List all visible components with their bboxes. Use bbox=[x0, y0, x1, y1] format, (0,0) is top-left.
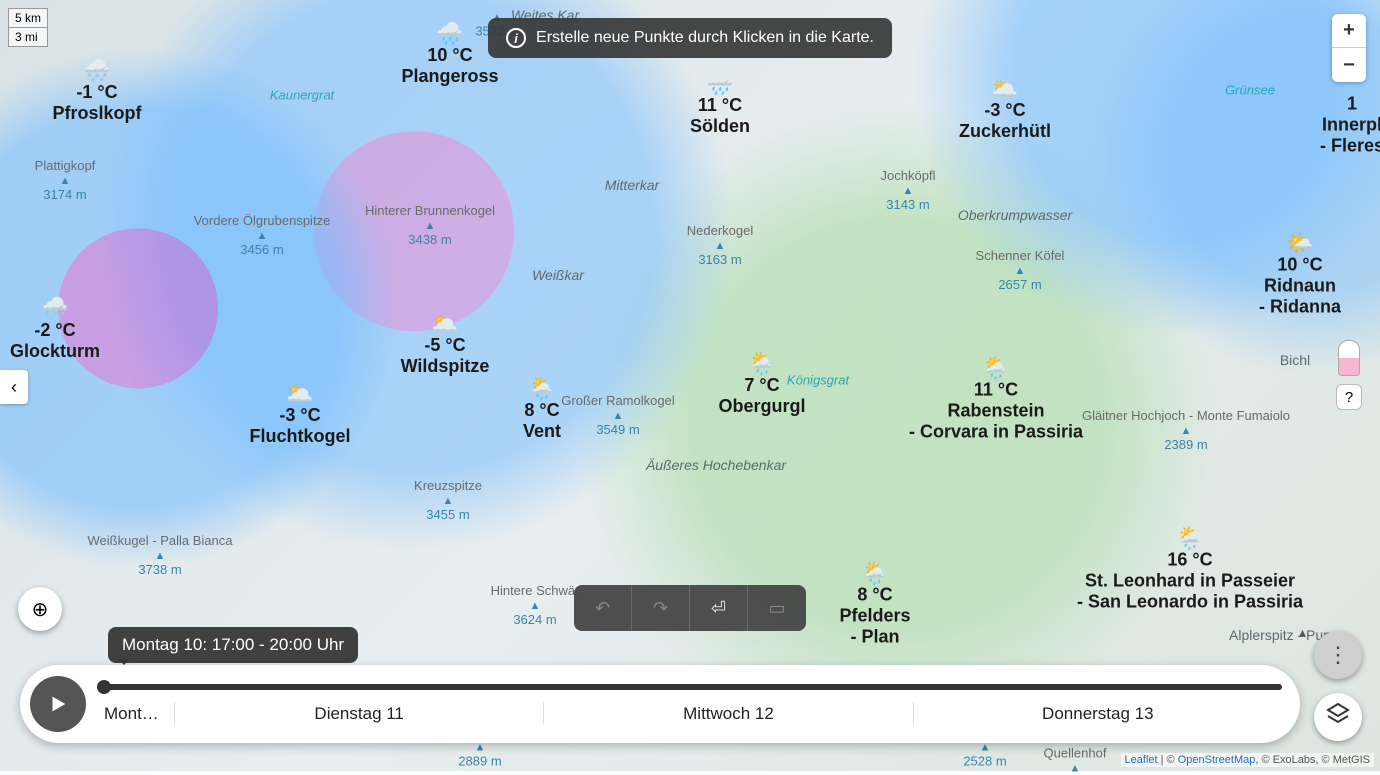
timeline-day[interactable]: Mont… bbox=[104, 702, 174, 724]
map-attribution: Leaflet | © OpenStreetMap, © ExoLabs, © … bbox=[1121, 753, 1374, 767]
scale-indicator: 5 km 3 mi bbox=[8, 8, 48, 47]
timeline-tooltip: Montag 10: 17:00 - 20:00 Uhr bbox=[108, 627, 358, 663]
locate-me-button[interactable]: ⊕ bbox=[18, 587, 62, 631]
info-toast: i Erstelle neue Punkte durch Klicken in … bbox=[488, 18, 892, 58]
drawing-toolbar: ↶ ↷ ⏎ ▭ bbox=[574, 585, 806, 631]
kebab-icon: ⋮ bbox=[1327, 642, 1349, 668]
zoom-out-button[interactable]: − bbox=[1332, 48, 1366, 82]
timeline-day[interactable]: Donnerstag 13 bbox=[913, 702, 1282, 724]
more-options-button[interactable]: ⋮ bbox=[1314, 631, 1362, 679]
collapse-panel-button[interactable]: ‹ bbox=[0, 370, 28, 404]
play-button[interactable] bbox=[30, 676, 86, 732]
layers-icon bbox=[1326, 702, 1350, 732]
info-toast-text: Erstelle neue Punkte durch Klicken in di… bbox=[536, 29, 874, 47]
scale-imperial: 3 mi bbox=[9, 28, 47, 46]
expand-timeline-icon[interactable]: ▴ bbox=[1299, 624, 1306, 641]
undo-button[interactable]: ↶ bbox=[574, 585, 632, 631]
help-button[interactable]: ? bbox=[1336, 384, 1362, 410]
crosshair-icon: ⊕ bbox=[32, 597, 49, 622]
zoom-in-button[interactable]: + bbox=[1332, 14, 1366, 48]
layers-button[interactable] bbox=[1314, 693, 1362, 741]
area-tool-button[interactable]: ▭ bbox=[748, 585, 806, 631]
route-tool-button[interactable]: ⏎ bbox=[690, 585, 748, 631]
timeline-day[interactable]: Dienstag 11 bbox=[174, 702, 543, 724]
legend-swatch bbox=[1338, 340, 1360, 376]
timeline-day[interactable]: Mittwoch 12 bbox=[543, 702, 912, 724]
timeline-handle[interactable] bbox=[97, 680, 111, 694]
timeline-track[interactable] bbox=[104, 684, 1282, 690]
zoom-control: + − bbox=[1332, 14, 1366, 82]
timeline-bar: Mont…Dienstag 11Mittwoch 12Donnerstag 13 bbox=[20, 665, 1300, 743]
info-icon: i bbox=[506, 28, 526, 48]
leaflet-link[interactable]: Leaflet bbox=[1125, 754, 1158, 766]
scale-metric: 5 km bbox=[9, 9, 47, 28]
osm-link[interactable]: OpenStreetMap bbox=[1178, 754, 1256, 766]
redo-button[interactable]: ↷ bbox=[632, 585, 690, 631]
play-icon bbox=[47, 693, 69, 715]
